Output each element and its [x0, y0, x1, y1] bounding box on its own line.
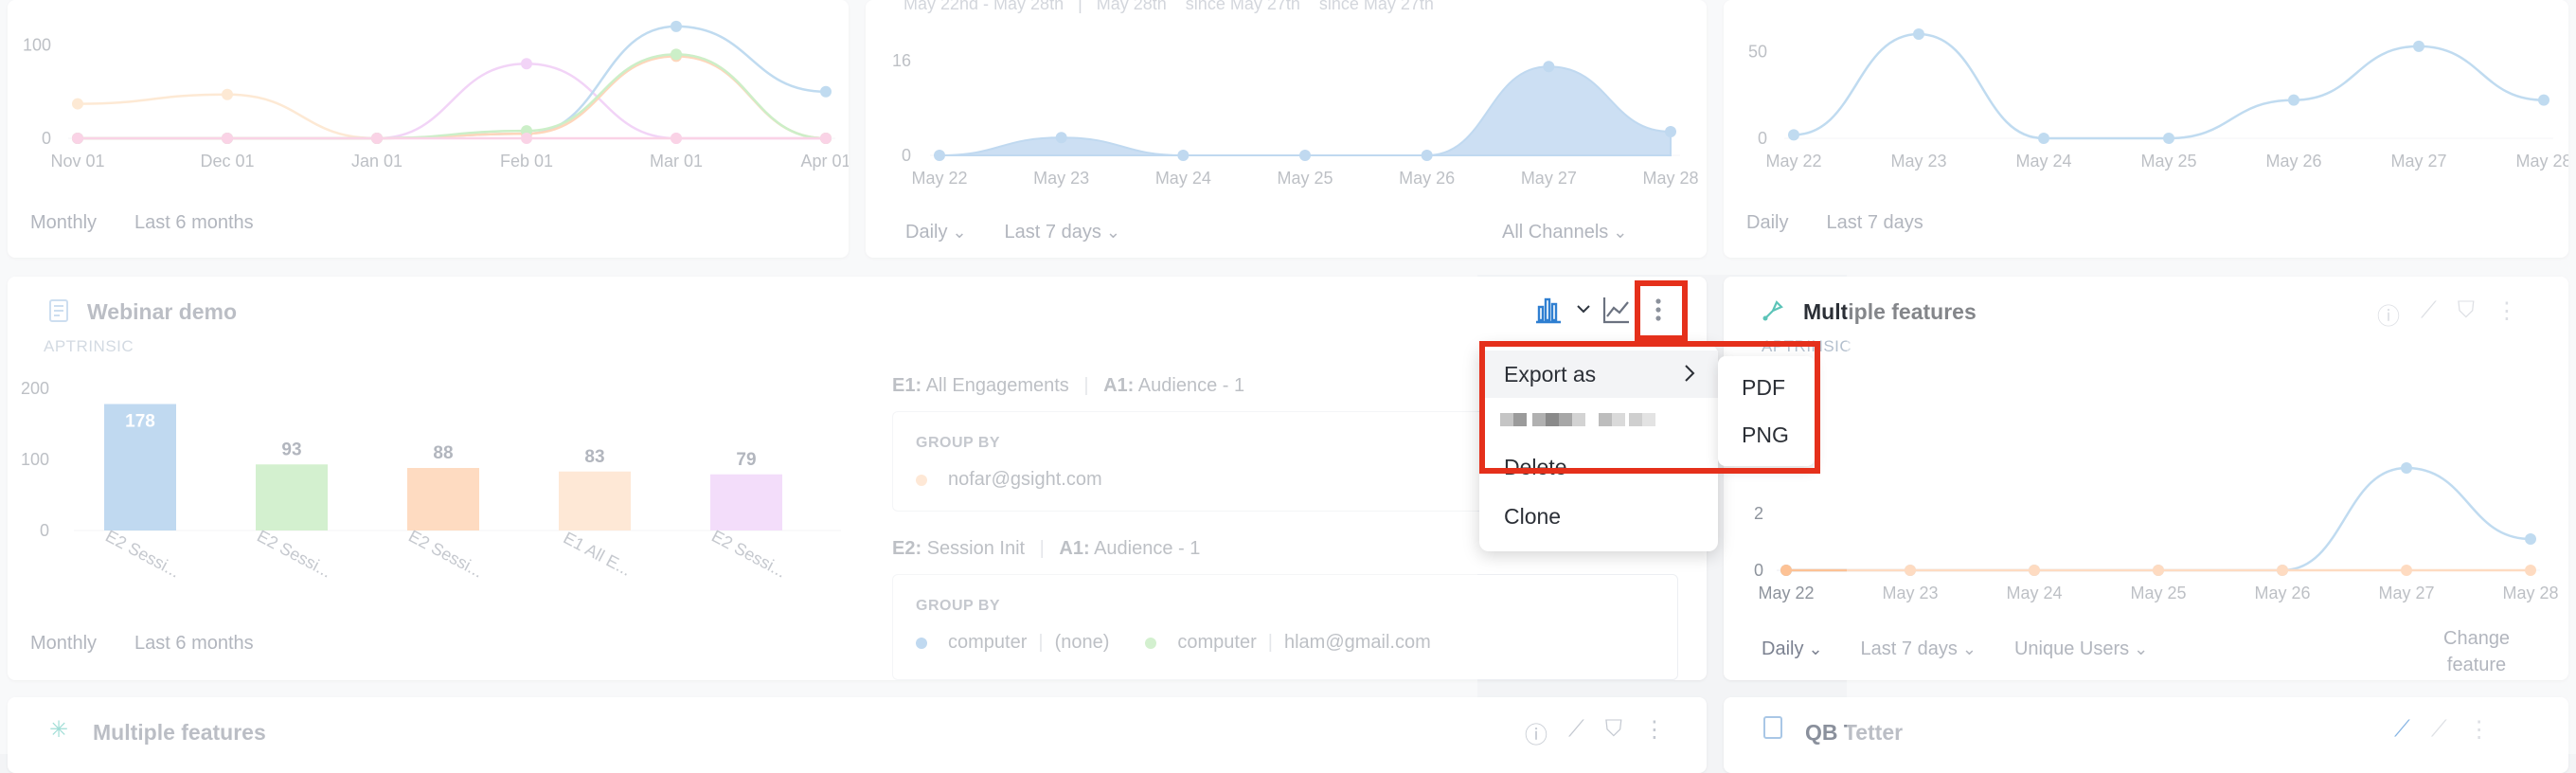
y-tick-label: 0: [1754, 561, 1763, 580]
line-chart-icon[interactable]: ⟋: [1568, 716, 1584, 749]
info-icon[interactable]: ⓘ: [1525, 716, 1547, 749]
frequency-dropdown[interactable]: Daily: [1762, 638, 1823, 660]
data-point: [1780, 565, 1792, 576]
menu-item-label: Clone: [1504, 503, 1562, 529]
highlight-more-options: [1635, 280, 1688, 341]
dim-overlay: [0, 275, 1477, 754]
more-options-icon[interactable]: ⋮: [1643, 716, 1666, 749]
highlight-export-menu: [1479, 341, 1820, 474]
dim-overlay: [1847, 275, 2576, 754]
filter-icon[interactable]: ⛉: [1605, 716, 1622, 749]
x-tick-label: May 22: [1758, 584, 1814, 602]
card-toolbar: ⓘ ⟋ ⛉ ⋮: [1525, 716, 1666, 749]
dim-overlay: [0, 0, 2576, 275]
menu-item-clone[interactable]: Clone: [1479, 493, 1718, 540]
y-tick-label: 2: [1754, 504, 1763, 523]
